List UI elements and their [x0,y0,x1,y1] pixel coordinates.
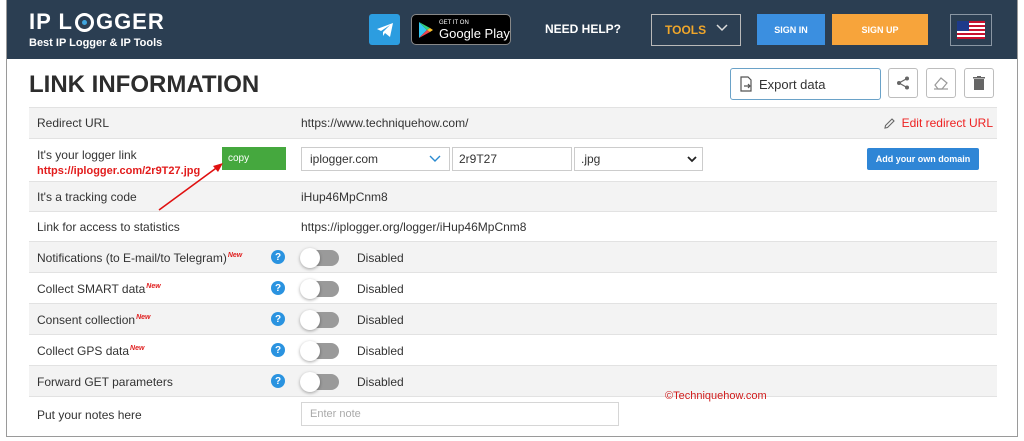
chevron-down-icon [716,23,728,35]
export-icon [740,76,752,92]
statistics-link-label: Link for access to statistics [37,220,180,234]
notifications-toggle[interactable] [300,248,339,268]
tools-label: TOOLS [665,23,707,37]
forward-get-toggle[interactable] [300,372,339,392]
table-row-notes: Put your notes here Enter note [29,396,997,431]
link-info-table: Redirect URL https://www.techniquehow.co… [29,107,997,431]
google-play-icon [419,21,433,38]
gps-label-text: Collect GPS data [37,344,130,358]
us-flag-icon [957,21,985,39]
notifications-label: Notifications (to E-mail/to Telegram)New [37,251,242,265]
export-data-label: Export data [759,76,826,92]
domain-select[interactable]: iplogger.com [301,147,450,171]
logo-eye-icon [74,12,94,32]
consent-label-text: Consent collection [37,313,136,327]
help-icon[interactable]: ? [271,312,285,326]
delete-button[interactable] [964,68,994,98]
gps-label: Collect GPS dataNew [37,344,144,358]
consent-toggle[interactable] [300,310,339,330]
logo-text-right: GGER [95,9,165,34]
new-badge: New [227,252,243,259]
google-play-button[interactable]: GET IT ON Google Play [411,14,511,45]
share-button[interactable] [888,68,918,98]
edit-redirect-label: Edit redirect URL [901,116,993,130]
share-icon [897,76,909,90]
notifications-label-text: Notifications (to E-mail/to Telegram) [37,251,227,265]
trash-icon [973,75,985,90]
clear-button[interactable] [926,68,956,98]
google-play-big-text: Google Play [439,25,510,41]
new-badge: New [146,283,161,290]
logo-wordmark: IP L GGER [29,9,165,35]
forward-get-status: Disabled [357,375,404,389]
top-header: IP L GGER Best IP Logger & IP Tools GET … [7,0,1017,59]
forward-get-label: Forward GET parameters [37,375,173,389]
consent-status: Disabled [357,313,404,327]
table-row-gps: Collect GPS dataNew ? Disabled [29,334,997,365]
table-row-redirect: Redirect URL https://www.techniquehow.co… [29,107,997,138]
telegram-icon [376,22,393,37]
logo-tagline: Best IP Logger & IP Tools [29,37,163,49]
site-logo[interactable]: IP L GGER Best IP Logger & IP Tools [29,9,165,49]
redirect-url-value: https://www.techniquehow.com/ [301,116,469,130]
copy-button[interactable]: copy [222,147,286,170]
help-icon[interactable]: ? [271,250,285,264]
table-row-statistics: Link for access to statistics https://ip… [29,211,997,241]
add-own-domain-button[interactable]: Add your own domain [867,148,979,170]
watermark: ©Techniquehow.com [665,390,767,402]
notes-input[interactable]: Enter note [301,402,619,426]
need-help-link[interactable]: NEED HELP? [545,22,621,36]
eraser-icon [934,77,948,90]
smart-data-label-text: Collect SMART data [37,282,146,296]
sign-up-button[interactable]: SIGN UP [832,14,928,45]
extension-select[interactable]: .jpg [574,147,703,171]
notes-label: Put your notes here [37,408,142,422]
telegram-button[interactable] [369,14,400,45]
domain-select-value: iplogger.com [310,152,379,166]
table-row-notifications: Notifications (to E-mail/to Telegram)New… [29,241,997,272]
page-frame: IP L GGER Best IP Logger & IP Tools GET … [6,0,1018,437]
tracking-code-label: It's a tracking code [37,190,137,204]
pencil-icon [883,117,895,129]
logo-text-left: IP L [29,9,73,34]
table-row-consent: Consent collectionNew ? Disabled [29,303,997,334]
gps-status: Disabled [357,344,404,358]
table-row-smart-data: Collect SMART dataNew ? Disabled [29,272,997,303]
help-icon[interactable]: ? [271,343,285,357]
edit-redirect-link[interactable]: Edit redirect URL [883,116,993,130]
tracking-code-value: iHup46MpCnm8 [301,190,388,204]
help-icon[interactable]: ? [271,374,285,388]
annotation-arrow [158,163,223,211]
gps-toggle[interactable] [300,341,339,361]
notifications-status: Disabled [357,251,404,265]
google-play-small-text: GET IT ON [439,19,469,26]
new-badge: New [136,314,151,321]
extension-select-value: .jpg [581,152,601,166]
help-icon[interactable]: ? [271,281,285,295]
statistics-link-value[interactable]: https://iplogger.org/logger/iHup46MpCnm8 [301,220,526,234]
table-row-forward-get: Forward GET parameters ? Disabled [29,365,997,396]
consent-label: Consent collectionNew [37,313,150,327]
smart-data-status: Disabled [357,282,404,296]
logger-link-label: It's your logger link [37,148,137,162]
chevron-down-icon [687,148,697,178]
link-code-input[interactable]: 2r9T27 [452,147,572,171]
export-data-button[interactable]: Export data [730,68,881,100]
tools-dropdown[interactable]: TOOLS [651,14,741,46]
page-title: LINK INFORMATION [29,71,260,98]
smart-data-toggle[interactable] [300,279,339,299]
smart-data-label: Collect SMART dataNew [37,282,161,296]
sign-in-button[interactable]: SIGN IN [757,14,825,45]
language-selector[interactable] [950,14,992,46]
chevron-down-icon [429,148,441,177]
redirect-url-label: Redirect URL [37,116,110,130]
new-badge: New [130,345,145,352]
